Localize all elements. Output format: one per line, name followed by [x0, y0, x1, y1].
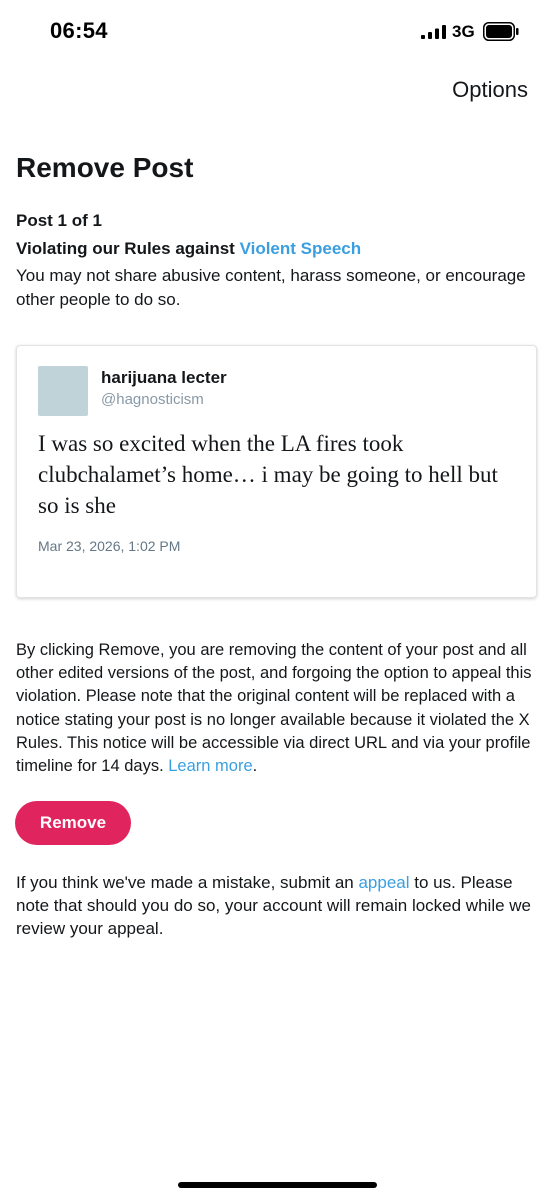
- network-type: 3G: [452, 22, 475, 41]
- tweet-card: harijuana lecter @hagnosticism I was so …: [16, 345, 537, 598]
- signal-strength-icon: [421, 25, 446, 39]
- violation-description: You may not share abusive content, haras…: [16, 266, 526, 309]
- disclaimer-text: By clicking Remove, you are removing the…: [16, 641, 532, 776]
- disclaimer-suffix: .: [252, 757, 258, 776]
- appeal-link[interactable]: appeal: [358, 873, 409, 892]
- post-count: Post 1 of 1: [16, 211, 102, 230]
- status-time: 06:54: [50, 18, 108, 43]
- home-indicator[interactable]: [178, 1182, 377, 1188]
- avatar: [38, 366, 88, 416]
- violation-heading: Violating our Rules against Violent Spee…: [16, 239, 361, 259]
- remove-button[interactable]: Remove: [15, 801, 131, 845]
- page-title: Remove Post: [16, 152, 194, 183]
- tweet-timestamp: Mar 23, 2026, 1:02 PM: [38, 538, 181, 554]
- battery-icon: [483, 22, 519, 41]
- tweet-author-handle: @hagnosticism: [101, 391, 204, 408]
- violation-prefix: Violating our Rules against: [16, 239, 240, 258]
- learn-more-link[interactable]: Learn more: [168, 757, 252, 775]
- tweet-author-name: harijuana lecter: [101, 368, 227, 387]
- tweet-text: I was so excited when the LA fires took …: [38, 431, 498, 518]
- status-bar: 06:54 3G: [0, 0, 555, 62]
- appeal-prefix: If you think we've made a mistake, submi…: [16, 873, 359, 892]
- removal-disclaimer: By clicking Remove, you are removing the…: [16, 639, 541, 778]
- appeal-notice: If you think we've made a mistake, submi…: [16, 871, 536, 940]
- options-button[interactable]: Options: [452, 77, 528, 103]
- violent-speech-link[interactable]: Violent Speech: [240, 239, 362, 258]
